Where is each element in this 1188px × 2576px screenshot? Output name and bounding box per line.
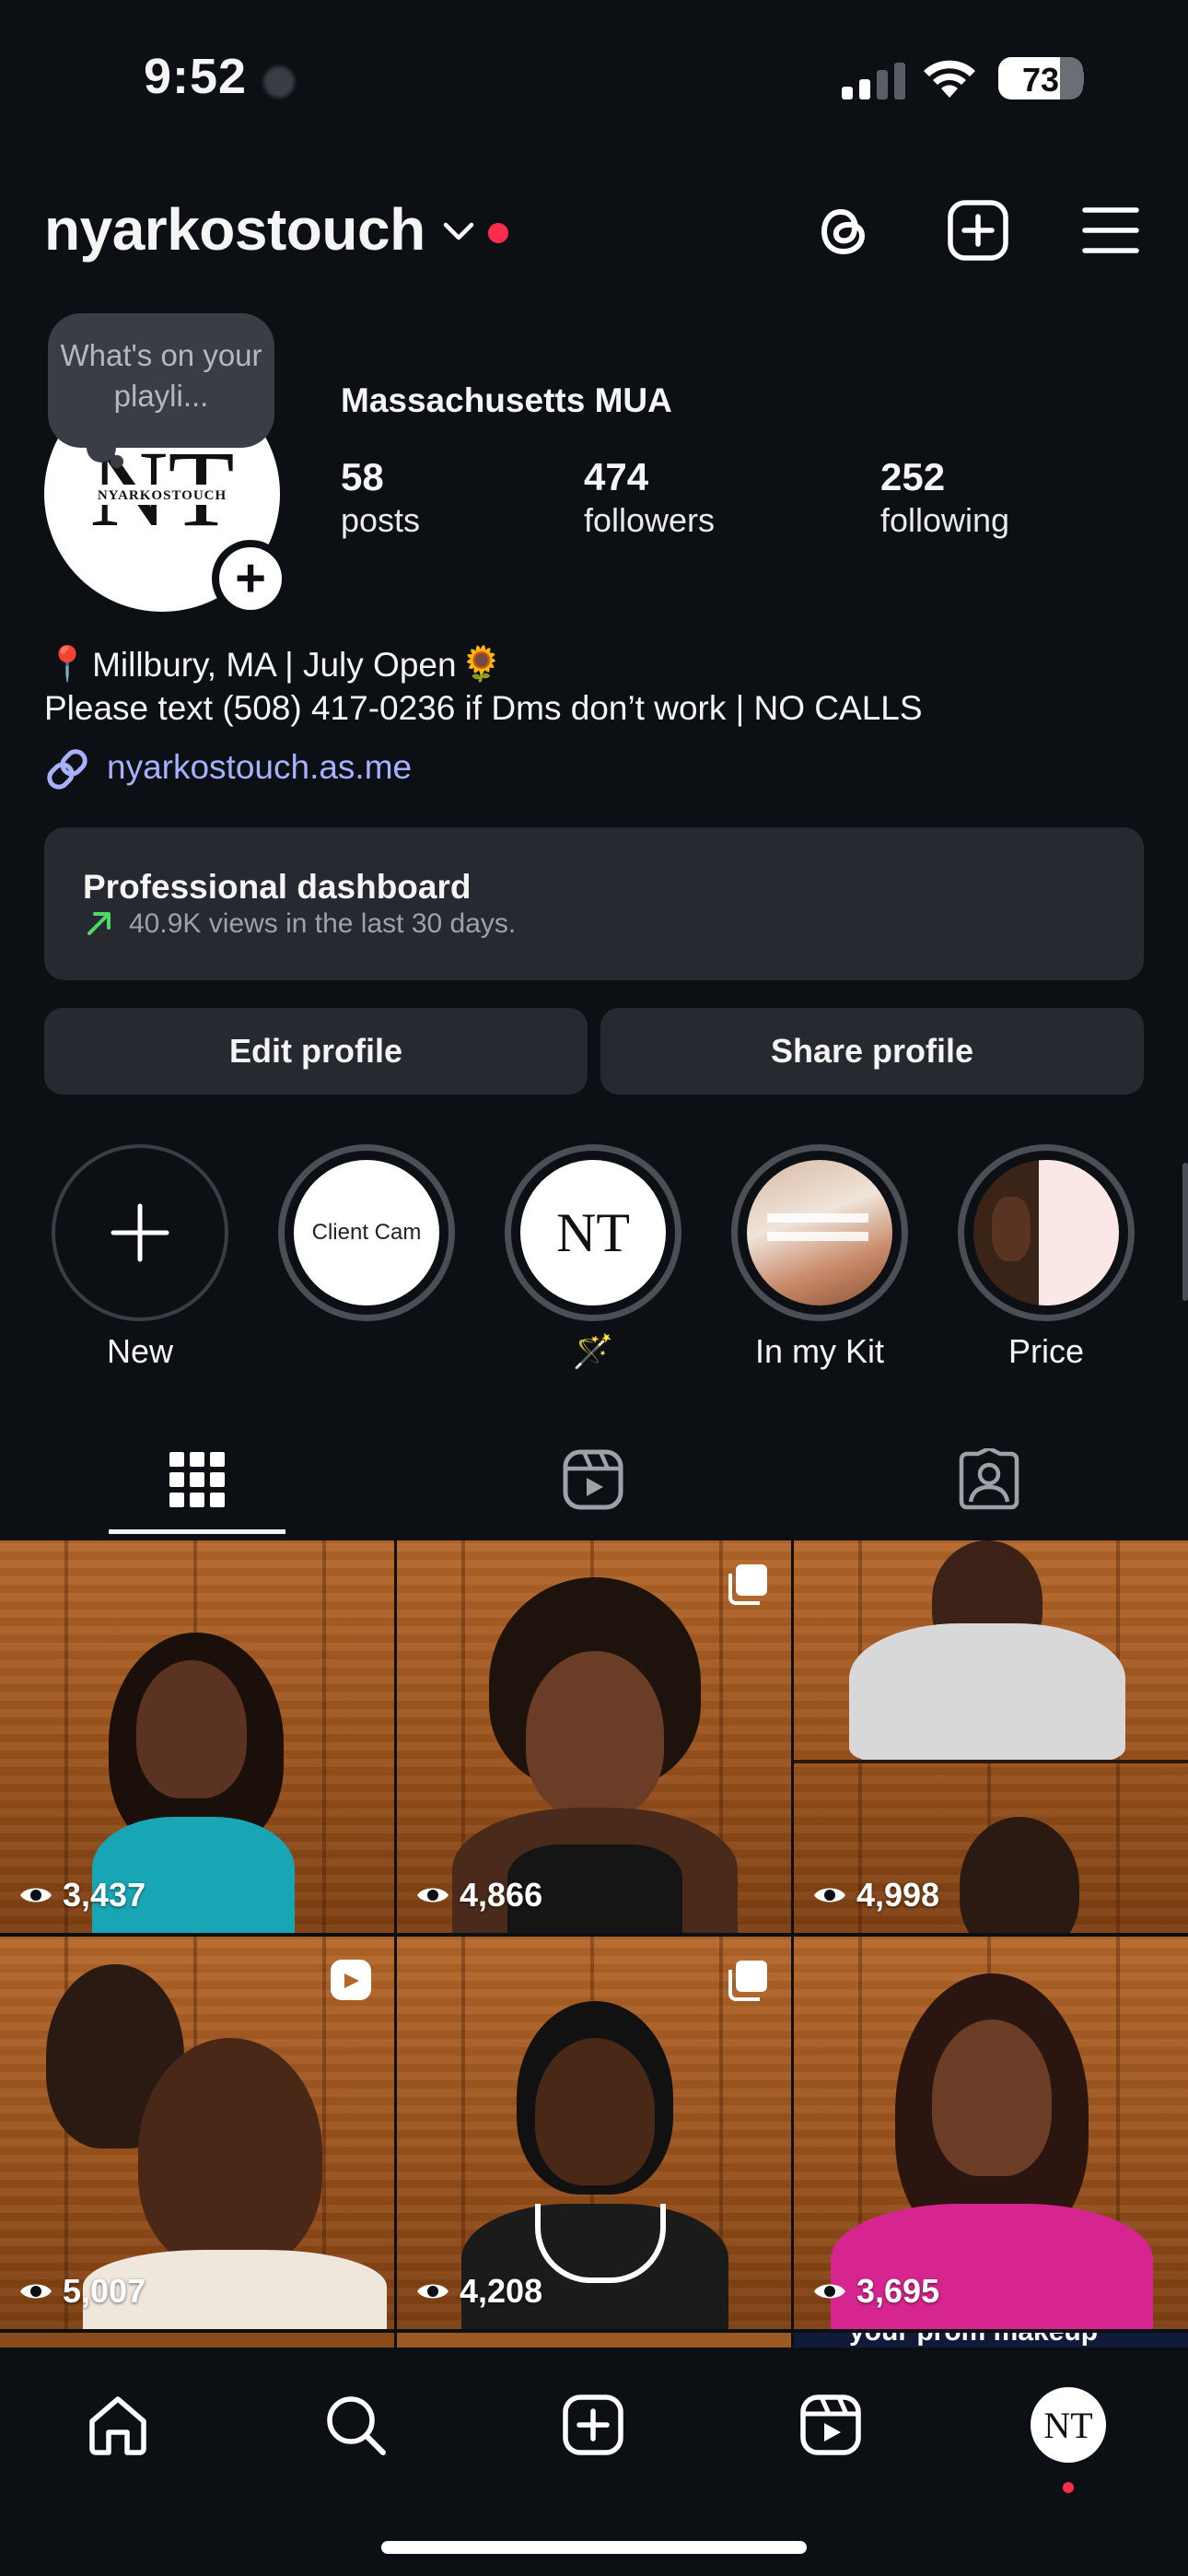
profile-note-bubble[interactable]: What's on your playli... — [48, 313, 274, 448]
highlight-label-price: Price — [1007, 1332, 1085, 1370]
post-view-count: 3,695 — [812, 2272, 939, 2311]
highlight-label-in-my-kit: In my Kit — [754, 1332, 885, 1370]
add-story-button[interactable]: + — [212, 540, 289, 617]
link-icon — [47, 749, 87, 790]
note-bubble-tail-small — [111, 455, 123, 468]
reel-icon — [331, 1960, 371, 2000]
highlight-new-button[interactable] — [52, 1144, 228, 1321]
posts-count[interactable]: 58 — [341, 455, 384, 499]
wifi-icon — [924, 60, 975, 98]
grid-peek-caption: your prom makeup — [849, 2333, 1098, 2348]
battery-percent: 73 — [1021, 61, 1060, 99]
search-icon — [327, 2396, 386, 2455]
profile-category: Massachusetts MUA — [341, 381, 672, 419]
nav-create[interactable] — [547, 2379, 639, 2471]
avatar-wordmark: NYARKOSTOUCH — [98, 488, 227, 503]
chevron-down-icon[interactable] — [440, 217, 477, 243]
reels-icon — [563, 1449, 623, 1510]
home-icon — [89, 2396, 146, 2455]
posts-label[interactable]: posts — [341, 501, 420, 540]
highlight-in-my-kit[interactable] — [731, 1144, 908, 1321]
create-icon — [563, 2395, 623, 2455]
grid-post-4[interactable]: 5,007 — [0, 1937, 394, 2329]
tagged-person-icon — [959, 1448, 1019, 1510]
grid-post-6[interactable]: 3,695 — [794, 1937, 1188, 2329]
post-view-count: 3,437 — [18, 1876, 146, 1914]
profile-username[interactable]: nyarkostouch — [44, 195, 425, 263]
pin-icon: 📍 — [46, 645, 89, 683]
bio-link[interactable]: nyarkostouch.as.me — [107, 748, 412, 787]
grid-tab[interactable] — [160, 1443, 234, 1516]
bio-line-2: Please text (508) 417-0236 if Dms don’t … — [44, 689, 923, 727]
highlight-kit-cover — [747, 1160, 892, 1306]
edit-profile-button[interactable]: Edit profile — [44, 1008, 588, 1095]
threads-icon[interactable] — [809, 195, 879, 265]
highlight-brand[interactable]: NT — [505, 1144, 681, 1321]
eye-icon — [20, 1888, 52, 1903]
bio-location: Millbury, MA | July Open — [92, 645, 457, 684]
eye-icon — [20, 2284, 52, 2299]
sunflower-icon: 🌻 — [460, 645, 503, 683]
home-indicator[interactable] — [381, 2541, 807, 2554]
highlight-price-cover — [973, 1160, 1119, 1306]
battery-cap — [1077, 70, 1084, 87]
nav-search[interactable] — [309, 2379, 402, 2471]
grid-row-peek-1 — [0, 2333, 394, 2348]
trend-up-arrow-icon — [87, 912, 111, 935]
followers-label[interactable]: followers — [584, 501, 715, 540]
reels-tab[interactable] — [556, 1443, 630, 1516]
carousel-icon — [728, 1961, 767, 2001]
status-activity-dot — [263, 66, 295, 98]
create-post-icon[interactable] — [943, 195, 1013, 265]
share-profile-button[interactable]: Share profile — [600, 1008, 1144, 1095]
highlight-label-wand: 🪄 — [572, 1332, 614, 1370]
grid-row-peek-2 — [397, 2333, 791, 2348]
followers-count[interactable]: 474 — [584, 455, 648, 499]
bio-line-1: 📍 Millbury, MA | July Open 🌻 — [46, 645, 503, 685]
following-label[interactable]: following — [880, 501, 1009, 540]
highlight-next-peek — [1182, 1163, 1188, 1301]
eye-icon — [417, 1888, 448, 1903]
post-view-count: 4,998 — [812, 1876, 939, 1914]
nav-reels[interactable] — [785, 2379, 877, 2471]
dashboard-title: Professional dashboard — [83, 868, 472, 906]
status-time: 9:52 — [144, 49, 248, 104]
highlight-label-new: New — [106, 1332, 174, 1370]
grid-icon — [169, 1452, 225, 1507]
plus-icon: + — [219, 547, 282, 610]
plus-icon — [111, 1203, 169, 1262]
reels-icon — [800, 2395, 861, 2455]
highlight-client-cam[interactable]: Client Cam — [278, 1144, 455, 1321]
battery-icon: 73 — [998, 57, 1083, 100]
eye-icon — [417, 2284, 448, 2299]
following-count[interactable]: 252 — [880, 455, 945, 499]
profile-avatar-small: NT — [1031, 2387, 1106, 2463]
nav-profile[interactable]: NT — [1022, 2379, 1114, 2471]
nav-home[interactable] — [72, 2379, 164, 2471]
grid-post-3[interactable]: 4,998 — [794, 1540, 1188, 1933]
grid-row-peek-3: your prom makeup — [794, 2333, 1188, 2348]
dashboard-subtitle: 40.9K views in the last 30 days. — [129, 908, 517, 939]
cellular-signal-icon — [842, 61, 905, 100]
post-view-count: 5,007 — [18, 2272, 146, 2311]
menu-icon[interactable] — [1076, 195, 1146, 265]
highlight-price[interactable] — [958, 1144, 1135, 1321]
eye-icon — [814, 1888, 845, 1903]
grid-post-5[interactable]: 4,208 — [397, 1937, 791, 2329]
post-view-count: 4,208 — [415, 2272, 542, 2311]
tagged-tab[interactable] — [952, 1443, 1026, 1516]
carousel-icon — [728, 1564, 767, 1605]
eye-icon — [814, 2284, 845, 2299]
highlight-cover-text: Client Cam — [294, 1160, 439, 1306]
profile-notification-dot — [1063, 2482, 1074, 2493]
post-view-count: 4,866 — [415, 1876, 542, 1914]
highlight-brand-monogram: NT — [520, 1160, 666, 1306]
notification-dot — [488, 223, 508, 243]
grid-post-2[interactable]: 4,866 — [397, 1540, 791, 1933]
active-tab-indicator — [109, 1529, 285, 1534]
grid-post-1[interactable]: 3,437 — [0, 1540, 394, 1933]
